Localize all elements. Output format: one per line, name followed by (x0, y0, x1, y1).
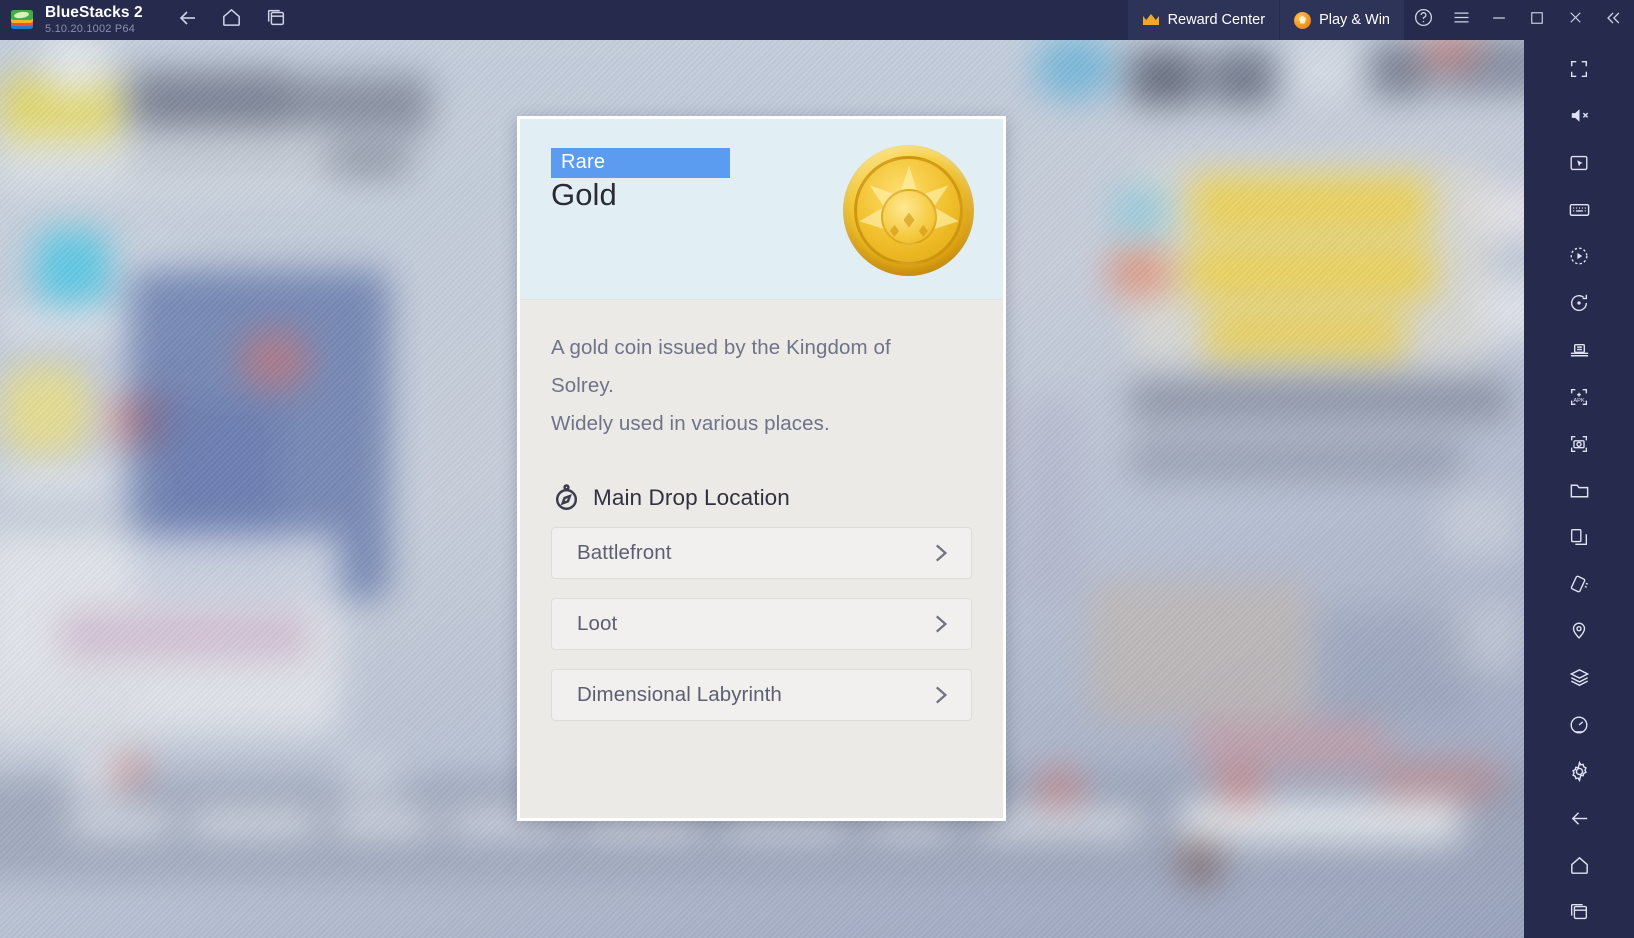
sidebar-item-mute[interactable] (1551, 95, 1607, 142)
titlebar-home-button[interactable] (215, 5, 249, 35)
orange-badge-icon (1294, 11, 1312, 29)
app-version: 5.10.20.1002 P64 (45, 22, 136, 35)
sidebar-item-rotate[interactable] (1551, 282, 1607, 329)
bluestacks-window: BlueStacks 2 5.10.20.1002 P64 Reward Cen… (0, 0, 1634, 938)
sidebar-item-android-recents[interactable] (1551, 891, 1607, 938)
drop-location-row[interactable]: Battlefront (551, 527, 972, 579)
question-circle-icon (1413, 7, 1434, 33)
multi-instance-icon (1568, 338, 1591, 366)
camera-icon (1568, 433, 1590, 460)
recent-apps-icon (265, 7, 287, 34)
shake-icon (1568, 573, 1590, 600)
play-and-win-label: Play & Win (1319, 12, 1390, 28)
close-button[interactable] (1556, 0, 1594, 40)
window-controls (1404, 0, 1634, 40)
titlebar-recents-button[interactable] (259, 5, 293, 35)
sidebar-item-media-manager[interactable] (1551, 470, 1607, 517)
sidebar-item-screenshot[interactable] (1551, 423, 1607, 470)
titlebar-back-button[interactable] (171, 5, 205, 35)
crown-icon (1142, 13, 1160, 27)
compass-icon (551, 482, 582, 513)
menu-button[interactable] (1442, 0, 1480, 40)
drop-location-label: Dimensional Labyrinth (577, 683, 782, 706)
sidebar-item-keyboard[interactable] (1551, 189, 1607, 236)
chevron-right-icon (927, 540, 953, 566)
description-line-3: Widely used in various places. (551, 412, 830, 435)
home-icon (220, 6, 243, 34)
app-title-block: BlueStacks 2 5.10.20.1002 P64 (45, 5, 143, 35)
cursor-panel-icon (1568, 152, 1590, 179)
description-line-2: Solrey. (551, 374, 614, 397)
sidebar-item-install-apk[interactable]: APK (1551, 376, 1607, 423)
double-chevron-left-icon (1603, 8, 1623, 33)
drop-location-label: Loot (577, 612, 618, 635)
maximize-button[interactable] (1518, 0, 1556, 40)
sidebar-item-performance[interactable] (1551, 704, 1607, 751)
play-and-win-button[interactable]: Play & Win (1280, 0, 1404, 40)
fullscreen-icon (1568, 58, 1590, 85)
item-name: Gold (551, 177, 617, 212)
home-icon (1568, 854, 1591, 882)
titlebar-nav (171, 5, 293, 35)
drop-location-row[interactable]: Dimensional Labyrinth (551, 669, 972, 721)
chevron-right-icon (927, 611, 953, 637)
description-line-1: A gold coin issued by the Kingdom of (551, 336, 891, 359)
sidebar-item-location[interactable] (1551, 610, 1607, 657)
drop-location-label: Battlefront (577, 541, 672, 564)
drop-location-section-header: Main Drop Location (551, 482, 972, 513)
sidebar-item-android-back[interactable] (1551, 798, 1607, 845)
sidebar-item-fullscreen[interactable] (1551, 48, 1607, 95)
item-detail-dialog: Rare Gold A gold coin issued by the King… (517, 116, 1006, 821)
close-icon (1566, 8, 1585, 32)
gear-icon (1568, 760, 1591, 788)
minimize-icon (1489, 8, 1509, 33)
reward-center-button[interactable]: Reward Center (1127, 0, 1280, 40)
titlebar: BlueStacks 2 5.10.20.1002 P64 Reward Cen… (0, 0, 1634, 40)
macro-play-icon (1568, 245, 1590, 272)
bluestacks-sidebar: APK (1524, 40, 1634, 938)
sidebar-item-layers[interactable] (1551, 657, 1607, 704)
sidebar-item-shake[interactable] (1551, 563, 1607, 610)
collapse-sidebar-button[interactable] (1594, 0, 1632, 40)
back-arrow-icon (176, 6, 200, 35)
rarity-badge: Rare (551, 148, 730, 178)
help-button[interactable] (1404, 0, 1442, 40)
copy-icon (1568, 526, 1590, 553)
sidebar-item-copy-to-instance[interactable] (1551, 516, 1607, 563)
sidebar-item-android-home[interactable] (1551, 844, 1607, 891)
minimize-button[interactable] (1480, 0, 1518, 40)
maximize-icon (1528, 9, 1546, 32)
bluestacks-logo-icon (9, 7, 35, 33)
item-description: A gold coin issued by the Kingdom of Sol… (551, 329, 972, 443)
folder-icon (1568, 479, 1591, 507)
layers-icon (1568, 666, 1591, 694)
chevron-right-icon (927, 682, 953, 708)
back-arrow-icon (1568, 807, 1591, 835)
gold-coin-icon (843, 145, 974, 276)
rotate-icon (1568, 292, 1590, 319)
volume-mute-icon (1568, 104, 1591, 132)
location-pin-icon (1568, 620, 1590, 647)
keyboard-icon (1568, 198, 1591, 226)
section-title: Main Drop Location (593, 484, 790, 510)
svg-text:APK: APK (1573, 398, 1585, 404)
drop-location-row[interactable]: Loot (551, 598, 972, 650)
hamburger-icon (1451, 7, 1472, 33)
app-title: BlueStacks 2 (45, 4, 143, 22)
sidebar-item-multi-instance[interactable] (1551, 329, 1607, 376)
apk-install-icon: APK (1568, 386, 1590, 413)
recent-apps-icon (1568, 901, 1590, 928)
sidebar-item-settings[interactable] (1551, 751, 1607, 798)
sidebar-item-macro-recorder[interactable] (1551, 235, 1607, 282)
reward-center-label: Reward Center (1167, 12, 1266, 28)
sidebar-item-game-controls[interactable] (1551, 142, 1607, 189)
dialog-header: Rare Gold (520, 119, 1003, 300)
speedometer-icon (1568, 714, 1590, 741)
dialog-body: A gold coin issued by the Kingdom of Sol… (520, 300, 1003, 818)
